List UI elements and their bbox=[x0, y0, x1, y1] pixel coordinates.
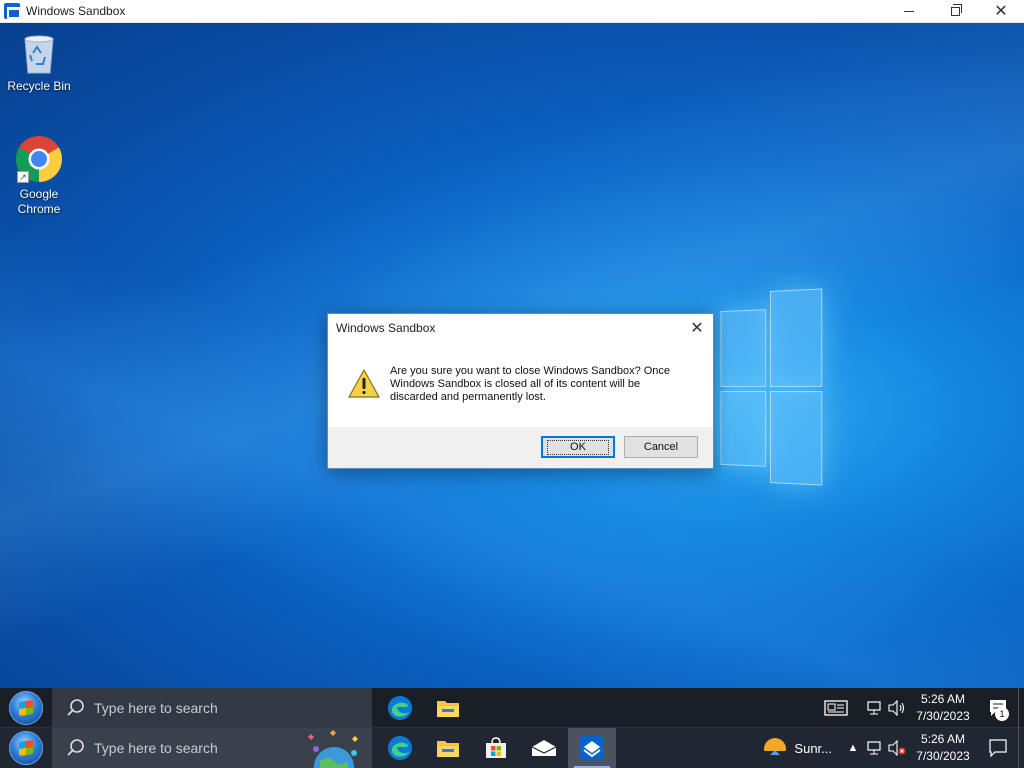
news-widget-button[interactable] bbox=[818, 688, 854, 728]
folder-icon bbox=[437, 741, 459, 757]
volume-button[interactable] bbox=[886, 688, 908, 728]
windows-logo-wallpaper bbox=[720, 288, 825, 486]
shortcut-arrow-icon: ↗ bbox=[17, 171, 29, 183]
notification-count-badge: 1 bbox=[995, 707, 1009, 721]
search-icon bbox=[67, 698, 84, 716]
window-title: Windows Sandbox bbox=[26, 4, 126, 18]
taskbar-microsoft-store[interactable] bbox=[472, 728, 520, 768]
mail-icon bbox=[531, 740, 557, 756]
warning-icon bbox=[348, 369, 380, 398]
folder-icon bbox=[437, 700, 459, 717]
edge-icon bbox=[388, 695, 412, 720]
taskbar-edge[interactable] bbox=[376, 728, 424, 768]
desktop-icon-google-chrome[interactable]: ↗ Google Chrome bbox=[1, 135, 77, 217]
edge-icon bbox=[388, 736, 412, 760]
clock[interactable]: 5:26 AM 7/30/2023 bbox=[908, 691, 978, 725]
sandbox-taskbar: Type here to search 5:26 AM 7/30/2023 1 bbox=[0, 687, 1024, 728]
clock-time: 5:26 AM bbox=[920, 732, 966, 746]
sandbox-icon bbox=[580, 736, 604, 760]
speaker-muted-icon bbox=[888, 740, 906, 756]
search-icon bbox=[67, 739, 84, 756]
window-controls: ✕ bbox=[886, 0, 1024, 23]
clock-date: 7/30/2023 bbox=[916, 709, 970, 723]
dialog-close-button[interactable]: ✕ bbox=[681, 314, 713, 342]
start-button[interactable] bbox=[0, 688, 52, 728]
action-center-button[interactable] bbox=[978, 728, 1018, 768]
close-icon: ✕ bbox=[994, 2, 1008, 20]
sunrise-weather-icon bbox=[762, 738, 789, 761]
search-bar[interactable]: Type here to search bbox=[52, 728, 372, 768]
desktop-icon-label: Google Chrome bbox=[17, 187, 61, 216]
restore-icon bbox=[950, 4, 962, 16]
action-center-button[interactable]: 1 bbox=[978, 688, 1018, 728]
minimize-icon bbox=[904, 11, 914, 12]
system-tray: Sunr... ▲ 5:26 AM 7/30/2023 bbox=[762, 728, 1024, 768]
weather-widget[interactable]: Sunr... bbox=[762, 735, 832, 761]
host-taskbar: Type here to search Sunr... ▲ 5:26 AM 7/… bbox=[0, 728, 1024, 768]
minimize-button[interactable] bbox=[886, 0, 932, 23]
weather-text: Sunr... bbox=[794, 740, 832, 756]
desktop-icon-recycle-bin[interactable]: Recycle Bin bbox=[1, 31, 77, 94]
news-icon bbox=[824, 700, 848, 716]
search-placeholder: Type here to search bbox=[94, 699, 218, 716]
taskbar-mail[interactable] bbox=[520, 728, 568, 768]
clock-date: 7/30/2023 bbox=[916, 749, 970, 763]
cancel-button-label: Cancel bbox=[643, 441, 679, 453]
show-desktop-button[interactable] bbox=[1018, 728, 1024, 768]
clock[interactable]: 5:26 AM 7/30/2023 bbox=[908, 731, 978, 765]
close-icon: ✕ bbox=[690, 320, 704, 337]
cancel-button[interactable]: Cancel bbox=[624, 436, 698, 458]
dialog-title: Windows Sandbox bbox=[336, 321, 436, 335]
dialog-message: Are you sure you want to close Windows S… bbox=[390, 365, 671, 403]
notification-icon bbox=[989, 739, 1007, 757]
dialog-titlebar[interactable]: Windows Sandbox ✕ bbox=[328, 314, 713, 342]
volume-button[interactable] bbox=[886, 728, 908, 768]
windows-start-icon bbox=[9, 731, 43, 765]
network-icon bbox=[867, 701, 881, 715]
sandbox-window-titlebar[interactable]: Windows Sandbox ✕ bbox=[0, 0, 1024, 23]
system-tray: 5:26 AM 7/30/2023 1 bbox=[818, 688, 1024, 728]
clock-time: 5:26 AM bbox=[920, 692, 966, 706]
close-window-button[interactable]: ✕ bbox=[978, 0, 1024, 23]
taskbar-edge[interactable] bbox=[376, 688, 424, 728]
network-button[interactable] bbox=[864, 728, 886, 768]
desktop-icon-label: Recycle Bin bbox=[7, 79, 71, 93]
chrome-icon: ↗ bbox=[15, 135, 63, 183]
taskbar-windows-sandbox[interactable] bbox=[568, 728, 616, 768]
search-bar[interactable]: Type here to search bbox=[52, 687, 372, 728]
recycle-bin-icon bbox=[24, 35, 54, 74]
network-button[interactable] bbox=[864, 688, 886, 728]
windows-start-icon bbox=[9, 690, 43, 725]
taskbar-file-explorer[interactable] bbox=[424, 728, 472, 768]
taskbar-file-explorer[interactable] bbox=[424, 688, 472, 728]
ok-button[interactable]: OK bbox=[541, 436, 615, 458]
chevron-up-icon: ▲ bbox=[847, 742, 859, 754]
sandbox-app-icon bbox=[4, 3, 21, 19]
show-hidden-icons-button[interactable]: ▲ bbox=[842, 728, 864, 768]
close-sandbox-dialog: Windows Sandbox ✕ Are you sure you want … bbox=[327, 313, 714, 469]
start-button[interactable] bbox=[0, 728, 52, 768]
search-highlight-globe-icon bbox=[308, 730, 358, 768]
ok-button-label: OK bbox=[547, 439, 609, 455]
show-desktop-button[interactable] bbox=[1018, 688, 1024, 728]
store-icon bbox=[486, 737, 506, 758]
search-placeholder: Type here to search bbox=[94, 740, 218, 756]
network-icon bbox=[867, 741, 881, 755]
restore-button[interactable] bbox=[932, 0, 978, 23]
dialog-body: Are you sure you want to close Windows S… bbox=[328, 342, 713, 428]
dialog-footer: OK Cancel bbox=[328, 427, 713, 468]
speaker-icon bbox=[888, 700, 905, 716]
